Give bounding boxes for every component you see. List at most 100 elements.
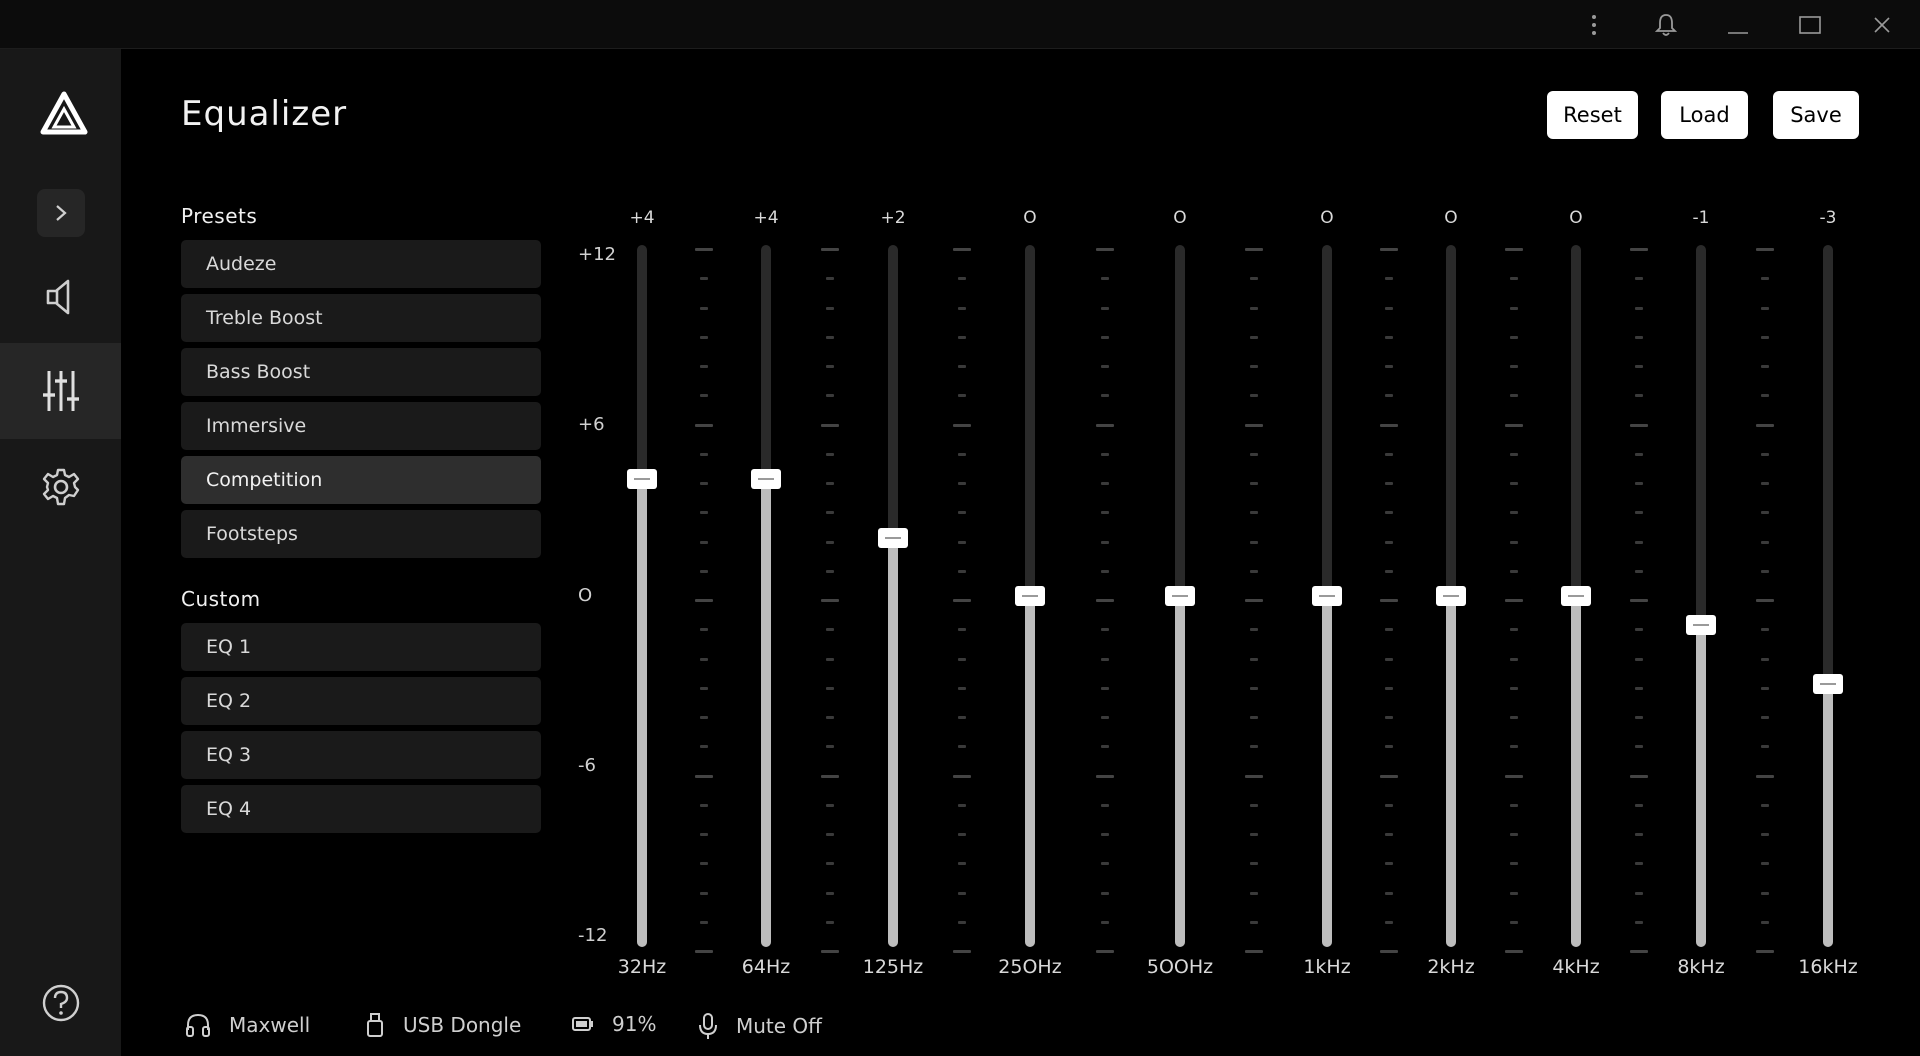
- custom-eq-1[interactable]: EQ 1: [181, 623, 541, 671]
- scale-ticks: [1095, 245, 1115, 953]
- slider-track[interactable]: [1823, 245, 1833, 947]
- custom-eq-2[interactable]: EQ 2: [181, 677, 541, 725]
- slider-thumb[interactable]: [878, 527, 908, 548]
- tick-mark: [1504, 423, 1523, 427]
- app-logo-icon: [40, 91, 88, 135]
- load-button[interactable]: Load: [1661, 91, 1748, 139]
- tick-mark: [1101, 833, 1109, 836]
- band-gain-label: O: [1320, 208, 1334, 228]
- tick-mark: [1760, 540, 1769, 544]
- slider-thumb[interactable]: [1165, 586, 1195, 606]
- speaker-icon: [46, 279, 69, 315]
- tick-mark: [1760, 920, 1769, 924]
- tick-mark: [820, 774, 839, 778]
- band-frequency-label: 1kHz: [1303, 956, 1351, 978]
- tick-mark: [1101, 277, 1109, 281]
- tick-mark: [957, 862, 966, 866]
- preset-footsteps[interactable]: Footsteps: [181, 510, 541, 558]
- tick-mark: [1101, 716, 1109, 719]
- band-frequency-label: 8kHz: [1677, 956, 1725, 978]
- tick-mark: [1385, 745, 1393, 749]
- band-gain-label: O: [1173, 208, 1187, 228]
- slider-track[interactable]: [1696, 245, 1706, 947]
- custom-eq-3[interactable]: EQ 3: [181, 731, 541, 779]
- help-icon[interactable]: [40, 982, 82, 1024]
- save-button[interactable]: Save: [1773, 91, 1859, 139]
- tick-mark: [1101, 628, 1109, 632]
- slider-thumb[interactable]: [1436, 586, 1466, 606]
- tick-mark: [825, 862, 834, 866]
- tick-mark: [1760, 306, 1769, 310]
- custom-eq-4[interactable]: EQ 4: [181, 785, 541, 833]
- eq-band-25ohz: O 25OHz: [998, 190, 1061, 990]
- slider-thumb[interactable]: [751, 469, 781, 489]
- tick-mark: [700, 891, 708, 895]
- tick-mark: [1096, 423, 1114, 427]
- scale-ticks: [1379, 245, 1399, 953]
- tick-mark: [957, 482, 966, 485]
- tick-mark: [1249, 540, 1258, 544]
- slider-thumb[interactable]: [1015, 586, 1045, 606]
- slider-track[interactable]: [888, 245, 898, 947]
- tick-mark: [695, 599, 713, 602]
- tick-mark: [1249, 569, 1258, 573]
- tick-mark: [957, 569, 966, 573]
- preset-immersive[interactable]: Immersive: [181, 402, 541, 450]
- tick-mark: [1755, 423, 1774, 427]
- scale-ticks: [1629, 245, 1649, 953]
- tick-mark: [700, 745, 708, 749]
- tick-mark: [1760, 891, 1769, 895]
- tick-mark: [957, 833, 966, 836]
- tick-mark: [1760, 657, 1769, 661]
- eq-band-16khz: -3 16kHz: [1798, 190, 1858, 990]
- slider-track[interactable]: [637, 245, 647, 947]
- slider-thumb[interactable]: [627, 469, 657, 489]
- eq-band-8khz: -1 8kHz: [1671, 190, 1731, 990]
- tick-mark: [1629, 423, 1648, 427]
- nav-item-sound[interactable]: [0, 249, 121, 345]
- tick-mark: [1385, 306, 1393, 310]
- slider-fill: [1446, 596, 1456, 947]
- slider-fill: [1571, 596, 1581, 947]
- band-frequency-label: 32Hz: [617, 956, 667, 978]
- reset-button[interactable]: Reset: [1547, 91, 1638, 139]
- band-gain-label: -3: [1819, 208, 1837, 228]
- preset-bass-boost[interactable]: Bass Boost: [181, 348, 541, 396]
- tick-mark: [825, 452, 834, 456]
- bell-icon[interactable]: [1630, 0, 1702, 49]
- tick-mark: [1249, 686, 1258, 690]
- slider-thumb[interactable]: [1686, 615, 1716, 636]
- slider-thumb[interactable]: [1813, 673, 1843, 694]
- equalizer-panel: +12 +6 O -6 -12 +4 32Hz +4 64Hz +2 125Hz O 25OH…: [560, 190, 1890, 990]
- tick-mark: [820, 248, 839, 251]
- tick-mark: [1755, 950, 1774, 953]
- tick-mark: [1101, 745, 1109, 749]
- maximize-icon[interactable]: [1774, 0, 1846, 49]
- preset-competition[interactable]: Competition: [181, 456, 541, 504]
- tick-mark: [1509, 862, 1518, 866]
- tick-mark: [1629, 774, 1648, 778]
- nav-item-settings[interactable]: [0, 439, 121, 535]
- tick-mark: [957, 716, 966, 719]
- minimize-icon[interactable]: [1702, 0, 1774, 49]
- tick-mark: [1504, 774, 1523, 778]
- chevron-right-icon: [56, 205, 67, 221]
- preset-audeze[interactable]: Audeze: [181, 240, 541, 288]
- slider-thumb[interactable]: [1312, 586, 1342, 606]
- expand-sidebar-button[interactable]: [37, 189, 85, 237]
- mic-status: Mute Off: [736, 1014, 822, 1038]
- nav-item-equalizer[interactable]: [0, 343, 121, 439]
- custom-heading: Custom: [181, 587, 261, 611]
- tick-mark: [1760, 686, 1769, 690]
- preset-treble-boost[interactable]: Treble Boost: [181, 294, 541, 342]
- close-icon[interactable]: [1846, 0, 1918, 49]
- tick-mark: [1101, 540, 1109, 544]
- tick-mark: [1509, 891, 1518, 895]
- more-icon[interactable]: [1558, 0, 1630, 49]
- slider-thumb[interactable]: [1561, 586, 1591, 606]
- eq-band-1khz: O 1kHz: [1297, 190, 1357, 990]
- headphones-icon: [186, 1013, 210, 1037]
- slider-track[interactable]: [761, 245, 771, 947]
- tick-mark: [1509, 745, 1518, 749]
- tick-mark: [700, 716, 708, 719]
